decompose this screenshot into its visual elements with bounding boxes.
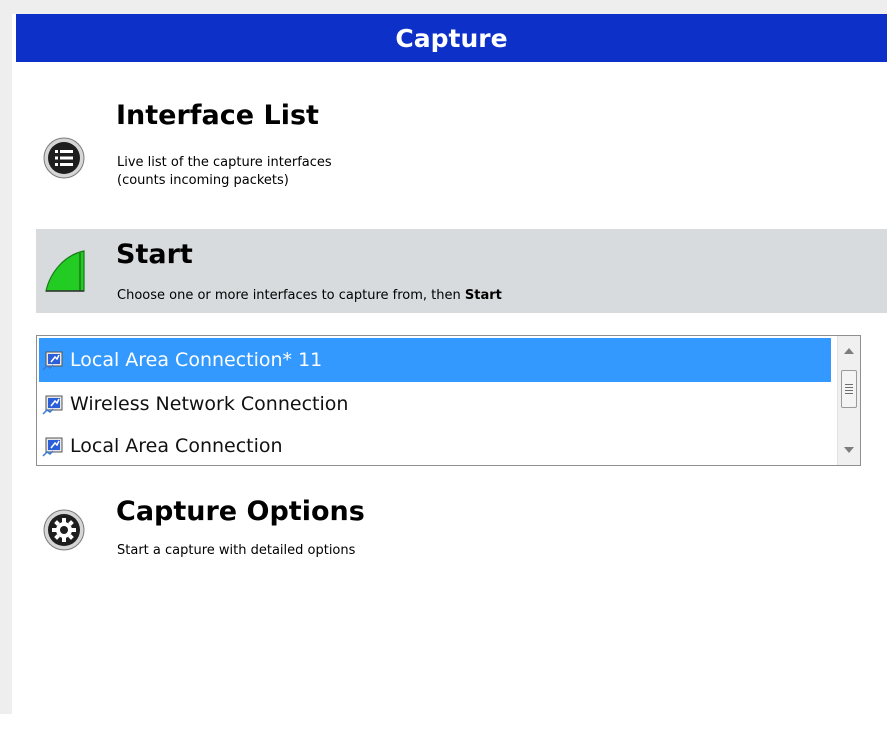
shark-fin-icon <box>42 247 88 299</box>
window-bottom-edge <box>0 714 887 745</box>
start-desc-bold: Start <box>464 288 502 303</box>
capture-header-title: Capture <box>395 23 508 53</box>
capture-options-title[interactable]: Capture Options <box>116 496 365 527</box>
interface-list-description: Live list of the capture interfaces (coun… <box>117 154 332 190</box>
scroll-up-arrow-icon[interactable] <box>838 340 860 362</box>
network-adapter-icon <box>42 393 64 415</box>
start-desc-prefix: Choose one or more interfaces to capture… <box>117 288 465 303</box>
interface-item-local-area-connection[interactable]: Local Area Connection <box>39 424 831 465</box>
interface-listbox[interactable]: Local Area Connection* 11 Wireless Netwo… <box>36 335 861 466</box>
window-top-edge <box>0 0 887 14</box>
interface-item-wireless-network-connection[interactable]: Wireless Network Connection <box>39 382 831 426</box>
capture-options-description: Start a capture with detailed options <box>117 543 356 558</box>
start-description: Choose one or more interfaces to capture… <box>117 287 502 305</box>
gear-icon <box>42 508 86 556</box>
capture-options-section[interactable]: Capture Options Start a capture with det… <box>36 484 887 574</box>
start-section[interactable]: Start Choose one or more interfaces to c… <box>36 229 887 313</box>
interface-label: Local Area Connection* 11 <box>70 349 323 371</box>
interface-label: Local Area Connection <box>70 435 283 457</box>
scrollbar-thumb[interactable] <box>841 370 857 408</box>
capture-panel: Capture Interface List Live list of the … <box>12 14 887 714</box>
interface-list-title[interactable]: Interface List <box>116 100 319 131</box>
interface-label: Wireless Network Connection <box>70 393 349 415</box>
list-icon <box>42 136 86 184</box>
start-title[interactable]: Start <box>116 239 193 270</box>
interface-list-desc-line2: (counts incoming packets) <box>117 173 289 188</box>
scroll-down-arrow-icon[interactable] <box>838 439 860 461</box>
capture-header: Capture <box>16 14 887 62</box>
interface-list-desc-line1: Live list of the capture interfaces <box>117 155 332 170</box>
interface-list-section[interactable]: Interface List Live list of the capture … <box>36 96 887 206</box>
interface-item-local-area-connection-11[interactable]: Local Area Connection* 11 <box>39 338 831 382</box>
network-adapter-icon <box>42 349 64 371</box>
interface-list-scrollbar[interactable] <box>837 336 860 465</box>
window-left-edge <box>0 0 12 745</box>
network-adapter-icon <box>42 435 64 457</box>
